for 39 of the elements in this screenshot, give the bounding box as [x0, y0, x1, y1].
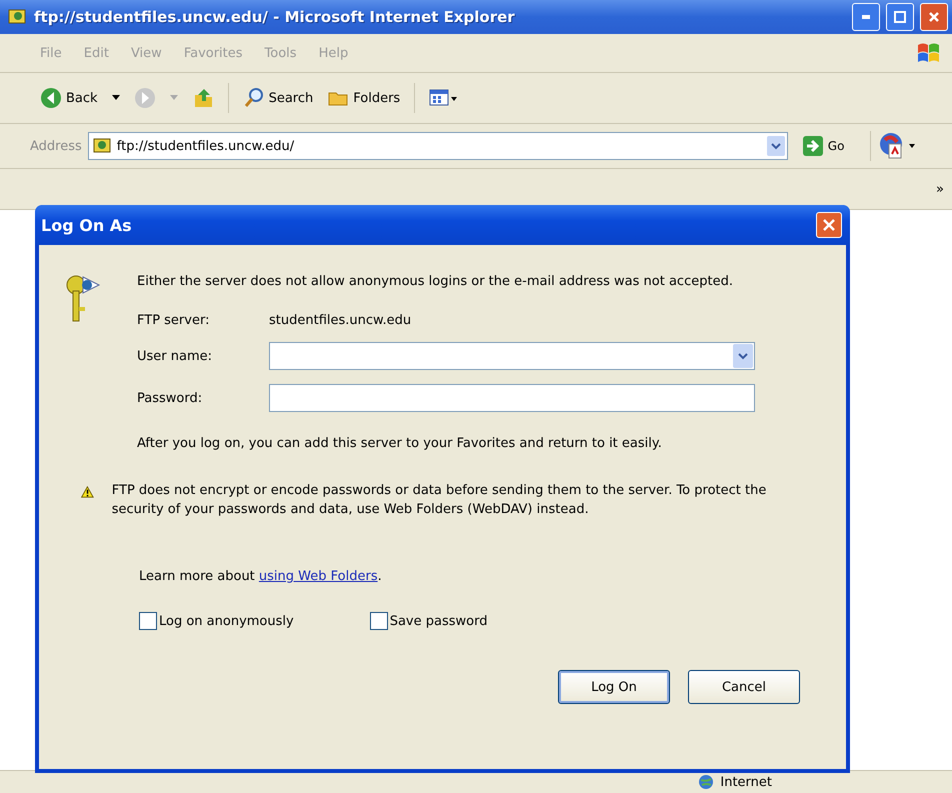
views-icon [429, 88, 460, 108]
ftp-folder-icon [92, 137, 113, 155]
field-label: Password: [137, 390, 204, 406]
maximize-icon [894, 11, 906, 23]
checkbox[interactable]: Save password [370, 612, 488, 630]
address-label: Address [30, 138, 82, 154]
dialog-button[interactable]: Cancel [688, 670, 800, 704]
warning-text: FTP does not encrypt or encode passwords or data before sending them to the server. To protect the security of your passwords and data, use Web Folders (WebDAV) instead. [112, 482, 768, 519]
views-button[interactable] [429, 88, 460, 108]
go-button[interactable]: Go [802, 135, 844, 157]
globe-icon [698, 774, 714, 790]
error-message: Either the server does not allow anonymous logins or the e-mail address was not accepted. [137, 273, 734, 291]
username-combo[interactable] [269, 342, 755, 370]
info-text: After you log on, you can add this server to your Favorites and return to it easily. [137, 436, 663, 451]
field-label: User name: [137, 348, 214, 364]
back-button[interactable]: Back [40, 87, 98, 109]
web-folders-link[interactable]: using Web Folders [258, 569, 378, 584]
checkbox[interactable]: Log on anonymously [139, 612, 294, 630]
chevron-button[interactable]: » [936, 182, 944, 196]
server-label: FTP server: [137, 313, 210, 328]
close-button[interactable] [920, 3, 948, 31]
search-button[interactable]: Search [242, 87, 314, 109]
password-field[interactable] [269, 384, 755, 412]
dialog-title: Log On As [41, 216, 132, 234]
zone-label: Internet [720, 774, 772, 790]
dropdown-caret-icon[interactable] [112, 95, 120, 101]
dialog-button[interactable]: Log On [558, 670, 670, 704]
close-button[interactable] [816, 212, 842, 238]
learn-more-text: Learn more about using Web Folders. [139, 569, 383, 584]
search-icon [242, 87, 265, 109]
minimize-icon [862, 15, 870, 19]
close-icon [823, 219, 835, 231]
close-icon [928, 11, 940, 23]
window-title: ftp://studentfiles.uncw.edu/ - Microsoft Internet Explorer [34, 8, 516, 26]
folders-button[interactable]: Folders [327, 87, 400, 109]
minimize-button[interactable] [852, 3, 880, 31]
server-value: studentfiles.uncw.edu [269, 313, 412, 328]
address-field[interactable]: ftp://studentfiles.uncw.edu/ [88, 132, 788, 160]
maximize-button[interactable] [886, 3, 914, 31]
